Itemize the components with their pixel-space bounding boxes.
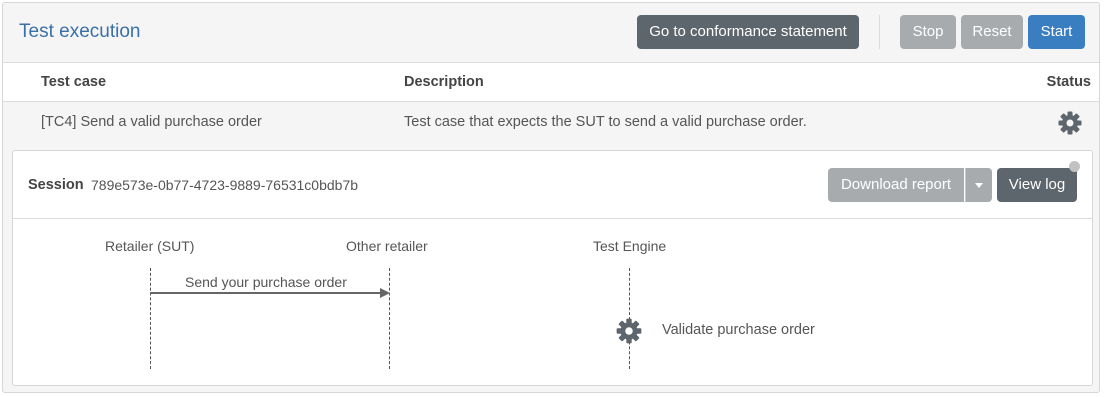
message-arrow xyxy=(150,288,390,298)
panel-header: Test execution Go to conformance stateme… xyxy=(3,3,1099,63)
table-header: Test case Description Status xyxy=(3,63,1099,102)
caret-down-icon xyxy=(975,182,983,188)
column-header-status: Status xyxy=(1046,74,1091,90)
page-title: Test execution xyxy=(19,21,141,42)
reset-button[interactable]: Reset xyxy=(961,15,1023,49)
column-header-description: Description xyxy=(404,74,484,90)
session-header: Session 789e573e-0b77-4723-9889-76531c0b… xyxy=(13,151,1092,219)
download-options-button[interactable] xyxy=(965,168,992,202)
status-indicator-dot xyxy=(1069,161,1080,172)
gear-icon xyxy=(1057,110,1083,136)
session-panel: Session 789e573e-0b77-4723-9889-76531c0b… xyxy=(12,150,1093,386)
actor-other-retailer: Other retailer xyxy=(346,238,428,254)
test-case-name: [TC4] Send a valid purchase order xyxy=(41,114,262,130)
gear-icon xyxy=(615,317,643,345)
test-execution-panel: Test execution Go to conformance stateme… xyxy=(2,2,1100,393)
header-divider xyxy=(879,15,880,49)
stop-button[interactable]: Stop xyxy=(900,15,956,49)
start-button[interactable]: Start xyxy=(1028,15,1085,49)
actor-test-engine: Test Engine xyxy=(593,238,667,254)
test-case-description: Test case that expects the SUT to send a… xyxy=(404,114,807,130)
download-report-button[interactable]: Download report xyxy=(828,168,964,202)
column-header-test-case: Test case xyxy=(41,74,107,90)
session-label: Session xyxy=(28,177,84,193)
lifeline-retailer-sut xyxy=(150,268,151,369)
session-id: 789e573e-0b77-4723-9889-76531c0bdb7b xyxy=(91,177,359,193)
step-label: Validate purchase order xyxy=(662,322,815,338)
lifeline-other-retailer xyxy=(389,268,390,369)
actor-retailer-sut: Retailer (SUT) xyxy=(105,238,195,254)
view-log-button[interactable]: View log xyxy=(997,168,1077,202)
conformance-statement-button[interactable]: Go to conformance statement xyxy=(637,15,859,49)
table-row[interactable]: [TC4] Send a valid purchase order Test c… xyxy=(3,102,1099,148)
